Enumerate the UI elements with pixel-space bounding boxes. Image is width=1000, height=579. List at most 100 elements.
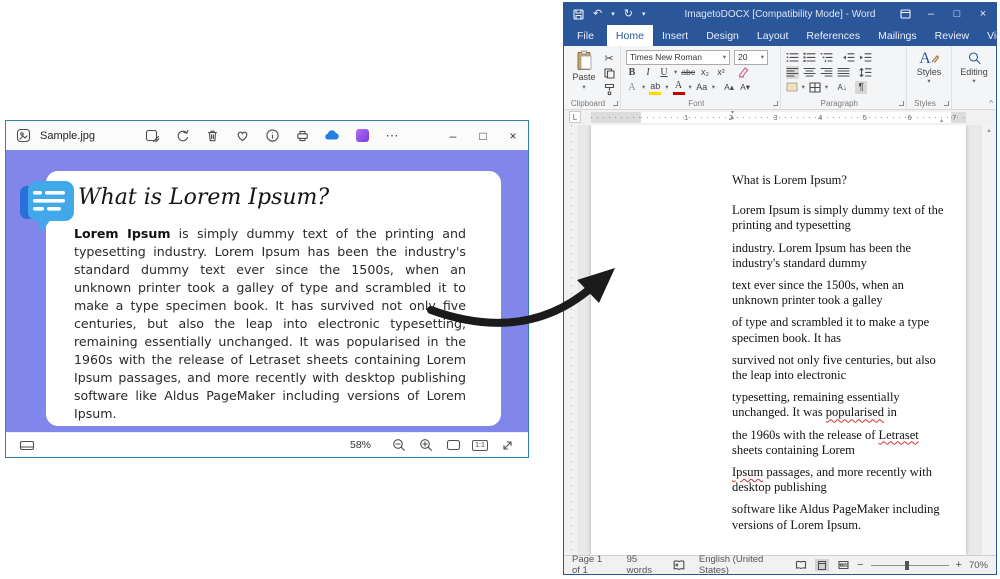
info-button[interactable] (264, 128, 280, 144)
doc-heading[interactable]: What is Lorem Ipsum? (732, 173, 952, 188)
close-button[interactable]: × (498, 121, 528, 150)
copy-button[interactable] (603, 67, 615, 80)
page-indicator[interactable]: Page 1 of 1 (572, 554, 613, 576)
show-formatting-marks-button[interactable]: ¶ (855, 81, 867, 94)
zoom-out-button[interactable] (390, 437, 408, 453)
rotate-button[interactable] (174, 128, 190, 144)
collapse-ribbon-icon[interactable]: ^ (989, 99, 993, 108)
undo-button[interactable]: ↶ (593, 9, 602, 20)
text-effects-dropdown-icon[interactable]: ▾ (642, 83, 645, 91)
zoom-slider-handle[interactable] (905, 561, 909, 570)
zoom-in-button[interactable] (417, 437, 435, 453)
save-icon[interactable] (573, 9, 584, 20)
vertical-scrollbar[interactable]: ▲ (981, 125, 996, 555)
doc-paragraph[interactable]: the 1960s with the release of Letraset s… (732, 428, 952, 458)
font-name-select[interactable]: Times New Roman ▾ (626, 50, 730, 65)
document-page[interactable]: What is Lorem Ipsum? Lorem Ipsum is simp… (591, 125, 966, 555)
tab-insert[interactable]: Insert (653, 25, 697, 46)
document-text[interactable]: What is Lorem Ipsum? Lorem Ipsum is simp… (732, 173, 952, 540)
align-center-button[interactable] (803, 66, 816, 79)
print-layout-icon[interactable] (815, 559, 829, 571)
decrease-indent-button[interactable] (842, 51, 855, 64)
shading-dropdown-icon[interactable]: ▾ (802, 83, 805, 91)
paragraph-dialog-launcher-icon[interactable] (899, 101, 904, 106)
borders-dropdown-icon[interactable]: ▾ (825, 83, 828, 91)
close-button[interactable]: × (970, 3, 996, 25)
minimize-button[interactable]: – (918, 3, 944, 25)
text-effects-button[interactable]: A (626, 81, 638, 94)
more-options-button[interactable]: ⋯ (384, 128, 400, 144)
edit-image-button[interactable] (144, 128, 160, 144)
tab-design[interactable]: Design (697, 25, 748, 46)
maximize-button[interactable]: □ (468, 121, 498, 150)
language-indicator[interactable]: English (United States) (699, 554, 780, 576)
word-count[interactable]: 95 words (627, 554, 659, 576)
bullets-button[interactable] (786, 51, 799, 64)
doc-paragraph[interactable]: software like Aldus PageMaker including … (732, 502, 952, 532)
tab-mailings[interactable]: Mailings (869, 25, 926, 46)
redo-button[interactable]: ↻ (624, 9, 633, 20)
fit-to-window-button[interactable] (444, 437, 462, 453)
zoom-in-button[interactable]: + (956, 559, 962, 571)
highlight-color-button[interactable]: ab (649, 79, 661, 95)
align-right-button[interactable] (820, 66, 833, 79)
borders-button[interactable] (809, 81, 821, 94)
scroll-up-icon[interactable]: ▲ (986, 128, 992, 134)
tab-home[interactable]: Home (607, 25, 653, 46)
gallery-app-icon[interactable] (354, 128, 370, 144)
doc-paragraph[interactable]: typesetting, remaining essentially uncha… (732, 390, 952, 420)
undo-dropdown-icon[interactable]: ▾ (611, 11, 615, 18)
read-mode-icon[interactable] (794, 559, 808, 571)
font-color-button[interactable]: A (673, 79, 685, 95)
change-case-dropdown-icon[interactable]: ▾ (712, 83, 715, 91)
multilevel-list-button[interactable] (820, 51, 833, 64)
proofing-icon[interactable] (673, 559, 685, 571)
ribbon-display-options-icon[interactable] (892, 3, 918, 25)
right-indent-marker-icon[interactable]: ▴ (940, 118, 943, 124)
justify-button[interactable] (837, 66, 850, 79)
cut-button[interactable]: ✂ (603, 52, 615, 65)
doc-paragraph[interactable]: Ipsum passages, and more recently with d… (732, 465, 952, 495)
print-button[interactable] (294, 128, 310, 144)
favorite-button[interactable] (234, 128, 250, 144)
tab-layout[interactable]: Layout (748, 25, 798, 46)
vertical-ruler[interactable] (564, 125, 579, 555)
onedrive-cloud-icon[interactable] (324, 128, 340, 144)
doc-paragraph[interactable]: of type and scrambled it to make a type … (732, 315, 952, 345)
actual-size-button[interactable]: 1:1 (471, 437, 489, 453)
line-spacing-button[interactable] (859, 66, 872, 79)
zoom-slider[interactable] (871, 565, 949, 566)
font-dialog-launcher-icon[interactable] (773, 101, 778, 106)
tab-references[interactable]: References (797, 25, 869, 46)
subscript-button[interactable]: x₂ (699, 66, 711, 79)
change-case-button[interactable]: Aa (696, 81, 708, 94)
tab-view[interactable]: View (978, 25, 1000, 46)
bold-button[interactable]: B (626, 66, 638, 79)
doc-paragraph[interactable]: survived not only five centuries, but al… (732, 353, 952, 383)
filmstrip-toggle-icon[interactable] (18, 437, 36, 453)
delete-button[interactable] (204, 128, 220, 144)
underline-dropdown-icon[interactable]: ▾ (674, 68, 677, 76)
italic-button[interactable]: I (642, 66, 654, 79)
align-left-button[interactable] (786, 66, 799, 79)
font-size-select[interactable]: 20 ▾ (734, 50, 768, 65)
doc-paragraph[interactable]: industry. Lorem Ipsum has been the indus… (732, 241, 952, 271)
doc-paragraph[interactable]: text ever since the 1500s, when an unkno… (732, 278, 952, 308)
doc-paragraph[interactable]: Lorem Ipsum is simply dummy text of the … (732, 203, 952, 233)
clipboard-dialog-launcher-icon[interactable] (613, 101, 618, 106)
shading-button[interactable] (786, 81, 798, 94)
underline-button[interactable]: U (658, 66, 670, 79)
minimize-button[interactable]: – (438, 121, 468, 150)
superscript-button[interactable]: x² (715, 66, 727, 79)
format-painter-button[interactable] (603, 82, 615, 95)
styles-button[interactable]: A Styles ▾ (912, 50, 946, 85)
sort-button[interactable]: A↓ (836, 81, 848, 94)
zoom-out-button[interactable]: − (857, 559, 863, 571)
tab-review[interactable]: Review (926, 25, 978, 46)
numbering-button[interactable] (803, 51, 816, 64)
grow-font-button[interactable]: A▴ (723, 81, 735, 94)
web-layout-icon[interactable] (836, 559, 850, 571)
fullscreen-button[interactable] (498, 437, 516, 453)
strikethrough-button[interactable]: abc (681, 66, 695, 79)
horizontal-ruler[interactable]: L ▾▴ ▴ 1234567 (564, 110, 996, 125)
